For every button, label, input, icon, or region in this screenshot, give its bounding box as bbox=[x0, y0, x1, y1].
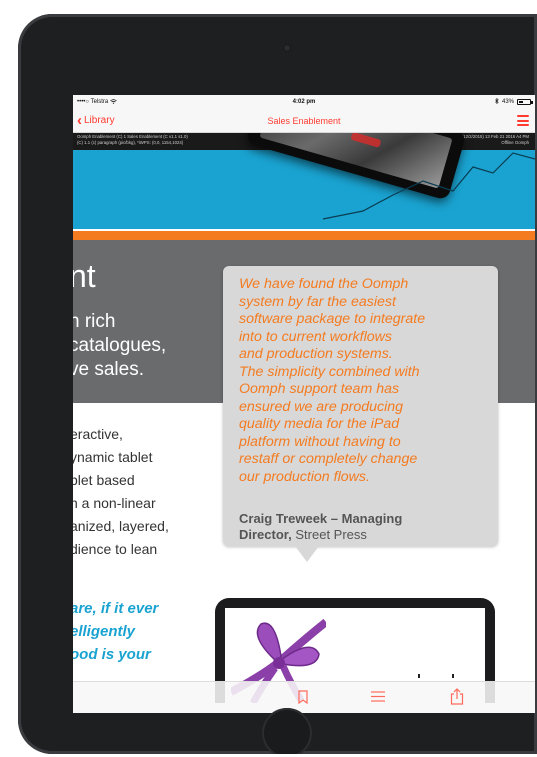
nav-title: Sales Enablement bbox=[267, 116, 341, 126]
battery-status: 43% bbox=[495, 97, 533, 106]
body-line: eractive, bbox=[73, 426, 123, 442]
home-button[interactable] bbox=[262, 708, 312, 754]
bluetooth-icon bbox=[495, 97, 499, 106]
callout-tail bbox=[295, 546, 319, 562]
panel-line-3: ve sales. bbox=[73, 359, 144, 380]
testimonial-callout: We have found the Oomph system by far th… bbox=[223, 266, 498, 546]
status-time: 4:02 pm bbox=[292, 99, 316, 105]
share-icon[interactable] bbox=[450, 688, 464, 710]
hero-banner: Oomph Enablement (C) 1 Sales Enablement … bbox=[73, 133, 535, 229]
front-camera bbox=[283, 44, 291, 52]
author-role: Director, bbox=[239, 527, 292, 542]
body-line: ynamic tablet bbox=[73, 449, 153, 465]
preview-marker bbox=[452, 674, 454, 678]
panel-heading: nt bbox=[73, 258, 96, 294]
body-line: dience to lean bbox=[73, 541, 158, 557]
panel-line-1: h rich bbox=[73, 311, 116, 332]
status-bar: ••••○ Telstra 4:02 pm 43% bbox=[73, 95, 535, 109]
testimonial-quote: We have found the Oomph system by far th… bbox=[239, 276, 426, 485]
list-icon[interactable] bbox=[370, 690, 386, 708]
battery-icon bbox=[517, 99, 533, 105]
bookmark-icon[interactable] bbox=[297, 690, 309, 709]
highlight-line: ood is your bbox=[73, 646, 151, 663]
hamburger-menu-icon[interactable] bbox=[517, 115, 529, 126]
preview-marker bbox=[418, 674, 420, 678]
orange-divider bbox=[73, 231, 535, 240]
body-line: anized, layered, bbox=[73, 518, 169, 534]
panel-line-2: catalogues, bbox=[73, 335, 167, 356]
ipad-screen: ••••○ Telstra 4:02 pm 43% ‹ Library Sale… bbox=[73, 95, 535, 713]
body-line: blet based bbox=[73, 472, 135, 488]
battery-fill bbox=[519, 101, 523, 103]
battery-percent: 43% bbox=[501, 99, 514, 105]
author-company: Street Press bbox=[295, 527, 367, 542]
body-line: n a non-linear bbox=[73, 495, 156, 511]
testimonial-author: Craig Treweek – Managing Director, Stree… bbox=[239, 511, 402, 543]
highlight-line: elligently bbox=[73, 623, 136, 640]
navigation-bar: ‹ Library Sales Enablement bbox=[73, 109, 535, 133]
author-name: Craig Treweek – Managing bbox=[239, 511, 403, 526]
highlight-line: are, if it ever bbox=[73, 600, 159, 617]
bottom-toolbar bbox=[73, 681, 535, 713]
hero-line-graphic bbox=[322, 152, 535, 220]
ipad-device: ••••○ Telstra 4:02 pm 43% ‹ Library Sale… bbox=[18, 14, 537, 754]
